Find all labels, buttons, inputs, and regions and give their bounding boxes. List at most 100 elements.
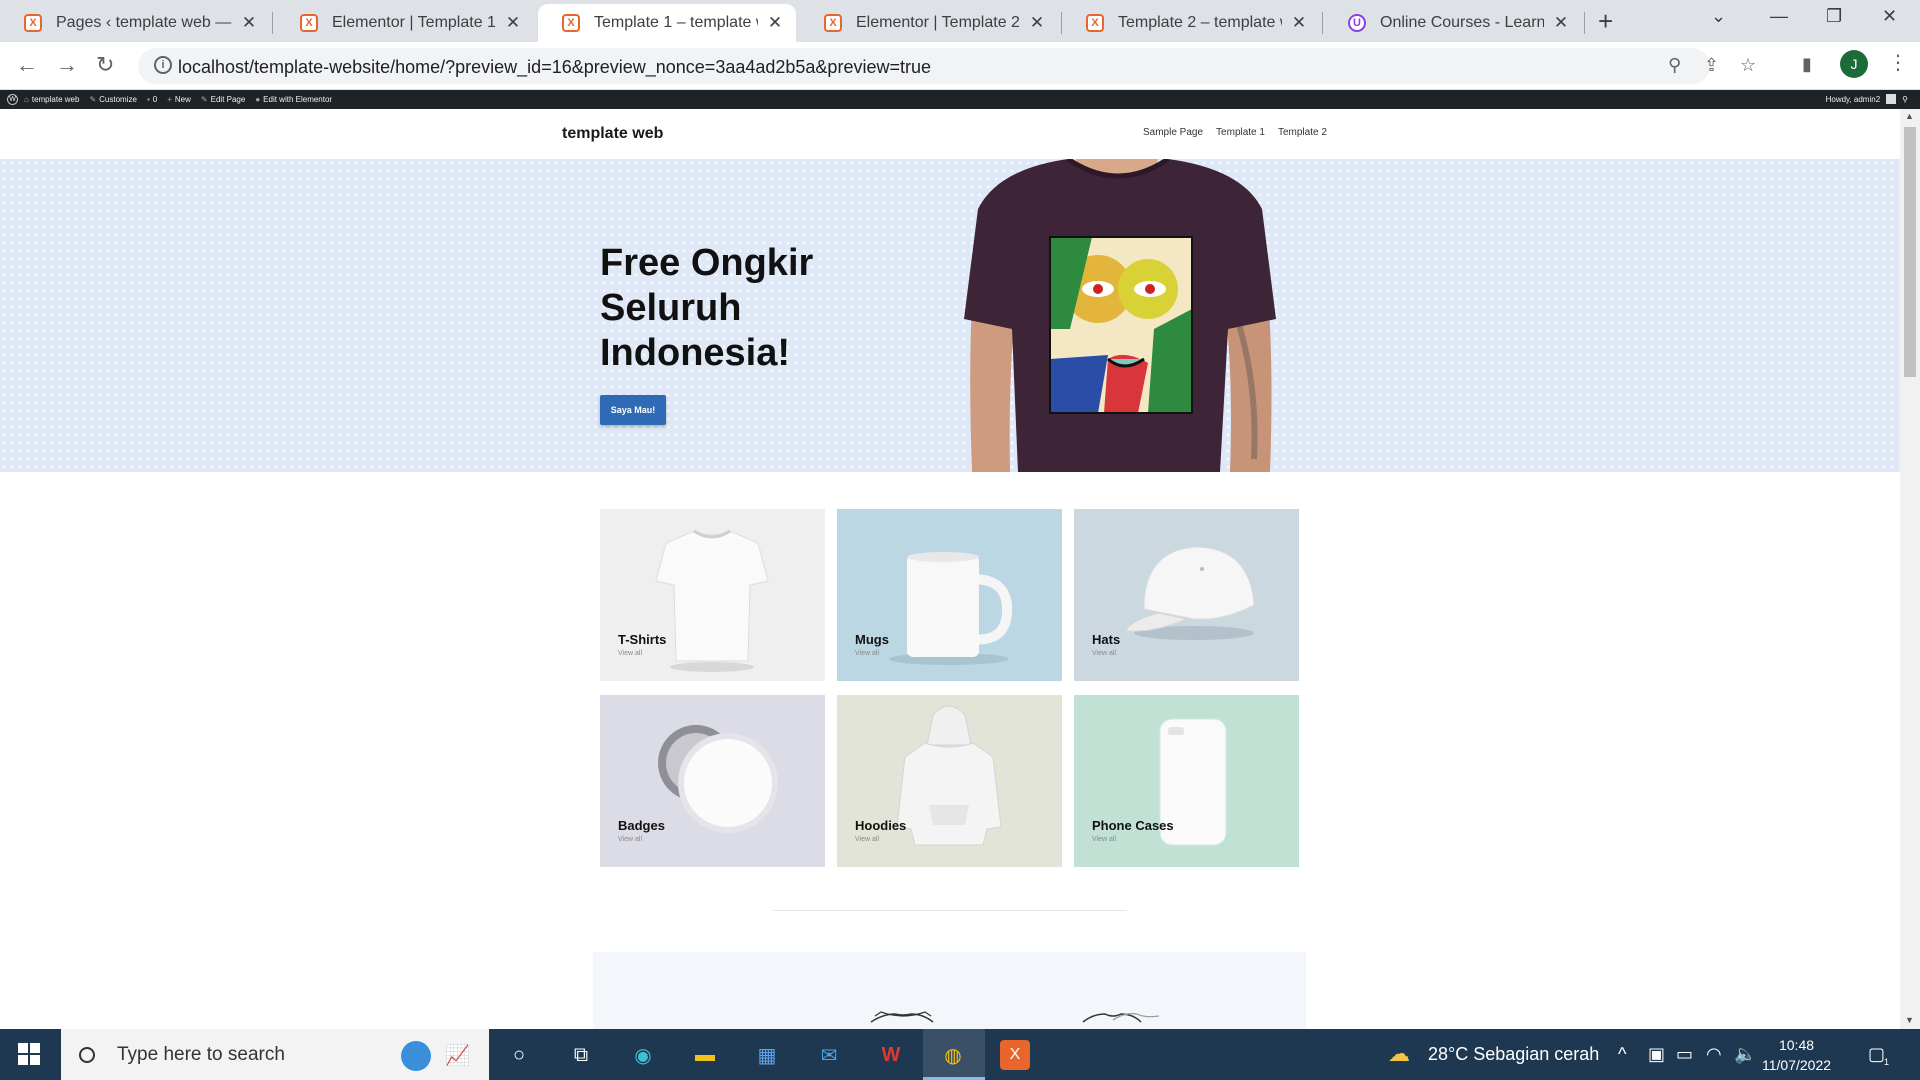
clock-date: 11/07/2022 xyxy=(1762,1057,1832,1073)
scroll-thumb[interactable] xyxy=(1904,127,1916,377)
category-card-phone-cases[interactable]: Phone Cases View all xyxy=(1074,695,1299,867)
view-all-link[interactable]: View all xyxy=(618,650,642,657)
clock-time: 10:48 xyxy=(1778,1037,1815,1053)
category-card-hats[interactable]: Hats View all xyxy=(1074,509,1299,681)
scroll-down-arrow-icon[interactable]: ▼ xyxy=(1905,1015,1914,1025)
minimize-icon[interactable]: — xyxy=(1770,6,1788,27)
battery-icon[interactable]: ▭ xyxy=(1676,1044,1693,1065)
mail-icon[interactable]: ✉ xyxy=(814,1040,844,1070)
address-bar[interactable]: i localhost/template-website/home/?previ… xyxy=(138,48,1756,84)
tray-chevron-icon[interactable]: ^ xyxy=(1618,1044,1626,1065)
zoom-icon[interactable]: ⚲ xyxy=(1668,55,1681,76)
tab-template-1-active[interactable]: X Template 1 – template web ✕ xyxy=(538,4,796,42)
site-title[interactable]: template web xyxy=(562,125,663,143)
tab-online-courses[interactable]: U Online Courses - Learn Any ✕ xyxy=(1324,4,1582,42)
forward-arrow-icon[interactable]: → xyxy=(56,52,78,78)
windows-taskbar: Type here to search 📈 ○ ⧉ ◉ ▬ ▦ ✉ W ◍ X … xyxy=(0,1029,1920,1080)
close-icon[interactable]: ✕ xyxy=(1028,13,1046,33)
category-card-mugs[interactable]: Mugs View all xyxy=(837,509,1062,681)
windows-start-icon[interactable] xyxy=(18,1043,40,1065)
category-name: Mugs xyxy=(855,632,889,647)
admin-bar-edit-page[interactable]: ✎ Edit Page xyxy=(201,95,245,104)
category-card-tshirts[interactable]: T-Shirts View all xyxy=(600,509,825,681)
home-icon: ⌂ xyxy=(24,95,29,104)
close-icon[interactable]: ✕ xyxy=(504,13,522,33)
admin-bar-customize-label: Customize xyxy=(99,95,137,104)
share-icon[interactable]: ⇪ xyxy=(1704,55,1719,76)
admin-search-icon[interactable]: ⚲ xyxy=(1902,95,1908,104)
profile-avatar[interactable]: J xyxy=(1840,50,1868,78)
tab-title: Template 1 – template web xyxy=(594,14,758,31)
task-view-icon[interactable]: ⧉ xyxy=(566,1040,596,1070)
brush-icon: ✎ xyxy=(89,95,97,104)
admin-bar-customize[interactable]: ✎ Customize xyxy=(89,95,137,104)
taskbar-search-box[interactable]: Type here to search 📈 xyxy=(61,1029,489,1080)
globe-widget-icon[interactable] xyxy=(401,1041,431,1071)
admin-bar-account[interactable]: Howdy, admin2 xyxy=(1826,95,1881,104)
category-card-badges[interactable]: Badges View all xyxy=(600,695,825,867)
file-explorer-icon[interactable]: ▬ xyxy=(690,1040,720,1070)
tab-elementor-template-1[interactable]: X Elementor | Template 1 ✕ xyxy=(276,4,534,42)
close-icon[interactable]: ✕ xyxy=(1290,13,1308,33)
meet-icon[interactable]: ▣ xyxy=(1648,1044,1665,1065)
chrome-icon[interactable]: ◍ xyxy=(938,1040,968,1070)
cortana-icon[interactable]: ○ xyxy=(504,1040,534,1070)
weather-icon[interactable]: ☁ xyxy=(1388,1041,1410,1067)
xampp-icon[interactable]: X xyxy=(1000,1040,1030,1070)
taskbar-clock[interactable]: 10:48 11/07/2022 xyxy=(1762,1035,1831,1075)
page-scrollbar[interactable]: ▲ ▼ xyxy=(1900,109,1920,1029)
admin-bar-comments[interactable]: ▪ 0 xyxy=(147,95,157,104)
elementor-icon: ● xyxy=(255,95,261,104)
site-info-icon[interactable]: i xyxy=(154,56,172,74)
tab-search-chevron-icon[interactable]: ⌄ xyxy=(1711,6,1726,27)
restore-icon[interactable]: ❐ xyxy=(1826,6,1842,27)
view-all-link[interactable]: View all xyxy=(1092,836,1116,843)
new-tab-plus-icon[interactable]: + xyxy=(1598,6,1613,37)
tab-title: Template 2 – template web xyxy=(1118,14,1282,31)
tab-template-2[interactable]: X Template 2 – template web ✕ xyxy=(1062,4,1320,42)
weather-text[interactable]: 28°C Sebagian cerah xyxy=(1428,1044,1599,1065)
admin-bar-elementor[interactable]: ● Edit with Elementor xyxy=(255,95,332,104)
back-arrow-icon[interactable]: ← xyxy=(16,52,38,78)
bookmark-star-icon[interactable]: ☆ xyxy=(1740,55,1756,76)
admin-bar-site[interactable]: ⌂ template web xyxy=(24,95,79,104)
admin-bar-new[interactable]: + New xyxy=(167,95,191,104)
user-avatar-icon[interactable] xyxy=(1886,94,1897,104)
chart-widget-icon[interactable]: 📈 xyxy=(445,1043,470,1068)
microsoft-store-icon[interactable]: ▦ xyxy=(752,1040,782,1070)
view-all-link[interactable]: View all xyxy=(618,836,642,843)
view-all-link[interactable]: View all xyxy=(855,650,879,657)
hero-cta-button[interactable]: Saya Mau! xyxy=(600,395,666,425)
features-section xyxy=(593,952,1306,1029)
view-all-link[interactable]: View all xyxy=(1092,650,1116,657)
wifi-icon[interactable]: ◠ xyxy=(1706,1044,1722,1065)
tab-elementor-template-2[interactable]: X Elementor | Template 2 ✕ xyxy=(800,4,1058,42)
comment-count: 0 xyxy=(152,95,158,104)
close-icon[interactable]: ✕ xyxy=(1552,13,1570,33)
scroll-up-arrow-icon[interactable]: ▲ xyxy=(1905,111,1914,121)
xampp-icon: X xyxy=(24,14,42,32)
wordpress-logo-icon[interactable]: W xyxy=(7,94,18,105)
volume-icon[interactable]: 🔈 xyxy=(1734,1044,1756,1065)
reload-icon[interactable]: ↻ xyxy=(96,52,114,78)
category-card-hoodies[interactable]: Hoodies View all xyxy=(837,695,1062,867)
edge-browser-icon[interactable]: ◉ xyxy=(628,1040,658,1070)
close-icon[interactable]: ✕ xyxy=(766,13,784,33)
wps-office-icon[interactable]: W xyxy=(876,1040,906,1070)
category-name: Hats xyxy=(1092,632,1121,647)
menu-item-template-1[interactable]: Template 1 xyxy=(1216,127,1265,138)
more-menu-icon[interactable]: ⋮ xyxy=(1888,50,1908,75)
menu-item-sample-page[interactable]: Sample Page xyxy=(1143,127,1203,138)
side-panel-icon[interactable]: ▮ xyxy=(1802,54,1812,75)
notification-center-icon[interactable]: ▢ xyxy=(1868,1044,1885,1065)
xampp-icon: X xyxy=(562,14,580,32)
tab-pages[interactable]: X Pages ‹ template web — W ✕ xyxy=(0,4,270,42)
site-header: template web Sample Page Template 1 Temp… xyxy=(0,109,1900,159)
close-icon[interactable]: ✕ xyxy=(240,13,258,33)
url-text[interactable]: localhost/template-website/home/?preview… xyxy=(178,57,931,78)
window-close-icon[interactable]: ✕ xyxy=(1882,6,1897,27)
menu-item-template-2[interactable]: Template 2 xyxy=(1278,127,1327,138)
view-all-link[interactable]: View all xyxy=(855,836,879,843)
category-name: Hoodies xyxy=(855,818,907,833)
tshirt-model-image xyxy=(964,159,1276,472)
